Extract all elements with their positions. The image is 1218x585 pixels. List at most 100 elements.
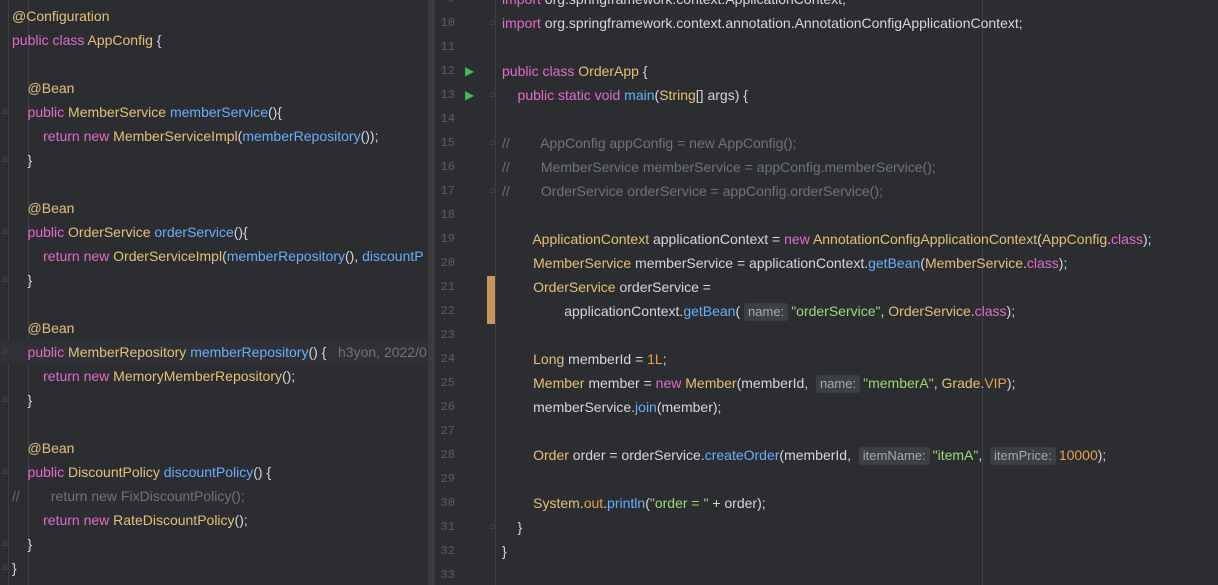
code-token: AppConfig (1041, 231, 1108, 247)
code-line[interactable]: 28 Order order = orderService.createOrde… (435, 443, 1218, 467)
code-token: args) { (707, 87, 748, 103)
fold-icon[interactable]: ⌂ (2, 388, 8, 412)
code-line[interactable]: public OrderService orderService(){⌂ (0, 220, 428, 244)
code-line[interactable]: @Bean (0, 436, 428, 460)
code-token: public class (12, 32, 88, 48)
code-line[interactable]: 11 (435, 35, 1218, 59)
line-number: 10 (440, 16, 455, 30)
code-line[interactable]: 25 Member member = new Member(memberId, … (435, 371, 1218, 395)
code-token: orderService (154, 224, 234, 240)
fold-icon[interactable]: ⌂ (2, 268, 8, 292)
line-number: 13 (440, 88, 455, 102)
code-token: new (784, 231, 813, 247)
line-number: 15 (440, 136, 455, 150)
fold-icon[interactable]: ⌂ (490, 179, 496, 203)
fold-icon[interactable]: ⌂ (490, 83, 496, 107)
code-line[interactable]: public MemberService memberService(){⌂ (0, 100, 428, 124)
fold-icon[interactable]: ⌂ (2, 532, 8, 556)
fold-icon[interactable]: ⌂ (2, 100, 8, 124)
code-token: public (12, 104, 69, 120)
fold-icon[interactable]: ⌂ (490, 11, 496, 35)
code-line[interactable]: @Configuration (0, 4, 428, 28)
code-line[interactable]: 24 Long memberId = 1L; (435, 347, 1218, 371)
line-content: public MemberRepository memberRepository… (12, 340, 427, 364)
editor-splitter[interactable] (428, 0, 435, 585)
run-gutter-icon[interactable]: ▶ (465, 83, 474, 107)
code-line[interactable]: 18 (435, 203, 1218, 227)
line-number: 17 (440, 184, 455, 198)
code-line[interactable]: return new RateDiscountPolicy(); (0, 508, 428, 532)
code-line[interactable]: public MemberRepository memberRepository… (0, 340, 428, 364)
run-gutter-icon[interactable]: ▶ (465, 59, 474, 83)
fold-icon[interactable]: ⌂ (490, 131, 496, 155)
line-number: 18 (440, 208, 455, 222)
code-line[interactable]: 16 // MemberService memberService = appCo… (435, 155, 1218, 179)
code-line[interactable]: 30 System.out.println("order = " + order… (435, 491, 1218, 515)
code-line[interactable]: 26 memberService.join(member); (435, 395, 1218, 419)
code-token: (){ (233, 224, 248, 240)
code-line[interactable]: } ⌂ (0, 148, 428, 172)
code-line[interactable]: 29 (435, 467, 1218, 491)
code-line[interactable]: 13 ▶ ⌂ public static void main(String[] ar… (435, 83, 1218, 107)
fold-icon[interactable]: ⌂ (2, 148, 8, 172)
code-line[interactable]: 27 (435, 419, 1218, 443)
code-line[interactable]: 22 applicationContext.getBean( name: "ord… (435, 299, 1218, 323)
code-line[interactable]: @Bean (0, 76, 428, 100)
code-line[interactable]: 33 (435, 563, 1218, 585)
code-line[interactable]: 15 ⌂ // AppConfig appConfig = new AppConfi… (435, 131, 1218, 155)
code-token: ); (1058, 255, 1068, 271)
code-line[interactable]: } ⌂ (0, 268, 428, 292)
code-token: () { (308, 344, 339, 360)
code-token: (), (345, 248, 363, 264)
code-line[interactable]: 9 import org.springframework.context.Appl… (435, 0, 1218, 11)
parameter-hint: name: (815, 375, 861, 393)
fold-icon[interactable]: ⌂ (2, 460, 8, 484)
code-line[interactable] (0, 52, 428, 76)
code-line[interactable]: 23 (435, 323, 1218, 347)
code-token: MemberService (68, 104, 170, 120)
fold-icon[interactable]: ⌂ (2, 220, 8, 244)
line-content: return new RateDiscountPolicy(); (12, 508, 248, 532)
code-token: RateDiscountPolicy (113, 512, 235, 528)
line-number: 32 (440, 544, 455, 558)
code-line[interactable]: } ⌂ (0, 532, 428, 556)
code-line[interactable]: @Bean (0, 196, 428, 220)
code-line[interactable] (0, 292, 428, 316)
right-editor-pane[interactable]: 9 import org.springframework.context.Appl… (435, 0, 1218, 585)
code-line[interactable]: 21 OrderService orderService = (435, 275, 1218, 299)
code-line[interactable]: } ⌂ (0, 388, 428, 412)
code-line[interactable]: 10 ⌂ import org.springframework.context.an… (435, 11, 1218, 35)
code-line[interactable]: public class AppConfig { (0, 28, 428, 52)
line-content: @Bean (12, 76, 75, 100)
code-line[interactable]: 17 ⌂ // OrderService orderService = appCon… (435, 179, 1218, 203)
code-line[interactable]: 19 ApplicationContext applicationContext… (435, 227, 1218, 251)
code-line[interactable]: @Bean (0, 316, 428, 340)
code-line[interactable]: 20 MemberService memberService = applica… (435, 251, 1218, 275)
code-token: new (655, 375, 686, 391)
fold-icon[interactable]: ⌂ (490, 515, 496, 539)
code-line[interactable] (0, 412, 428, 436)
code-line[interactable]: return new OrderServiceImpl(memberReposi… (0, 244, 428, 268)
code-line[interactable]: 32} (435, 539, 1218, 563)
code-line[interactable]: 14 (435, 107, 1218, 131)
line-content: // return new FixDiscountPolicy(); (12, 484, 245, 508)
code-line[interactable]: return new MemberServiceImpl(memberRepos… (0, 124, 428, 148)
code-token: 10000 (1058, 447, 1098, 463)
left-editor-pane[interactable]: @Configuration public class AppConfig { @… (0, 0, 428, 585)
code-line[interactable]: return new MemoryMemberRepository(); (0, 364, 428, 388)
code-token: import (502, 15, 545, 31)
code-line[interactable]: // return new FixDiscountPolicy(); (0, 484, 428, 508)
code-token: return new (12, 248, 114, 264)
code-line[interactable]: } ⌂ (0, 556, 428, 580)
line-content: @Bean (12, 436, 75, 460)
code-token: h3yon, 2022/0 (338, 344, 427, 360)
code-line[interactable]: public DiscountPolicy discountPolicy() {… (0, 460, 428, 484)
code-token: // OrderService orderService = appConfig… (502, 183, 883, 199)
fold-icon[interactable]: ⌂ (2, 340, 8, 364)
line-number: 27 (440, 424, 455, 438)
code-token: ); (1006, 303, 1016, 319)
code-line[interactable] (0, 172, 428, 196)
code-line[interactable]: 31 ⌂ } (435, 515, 1218, 539)
code-line[interactable]: 12 ▶ public class OrderApp { (435, 59, 1218, 83)
fold-icon[interactable]: ⌂ (2, 556, 8, 580)
